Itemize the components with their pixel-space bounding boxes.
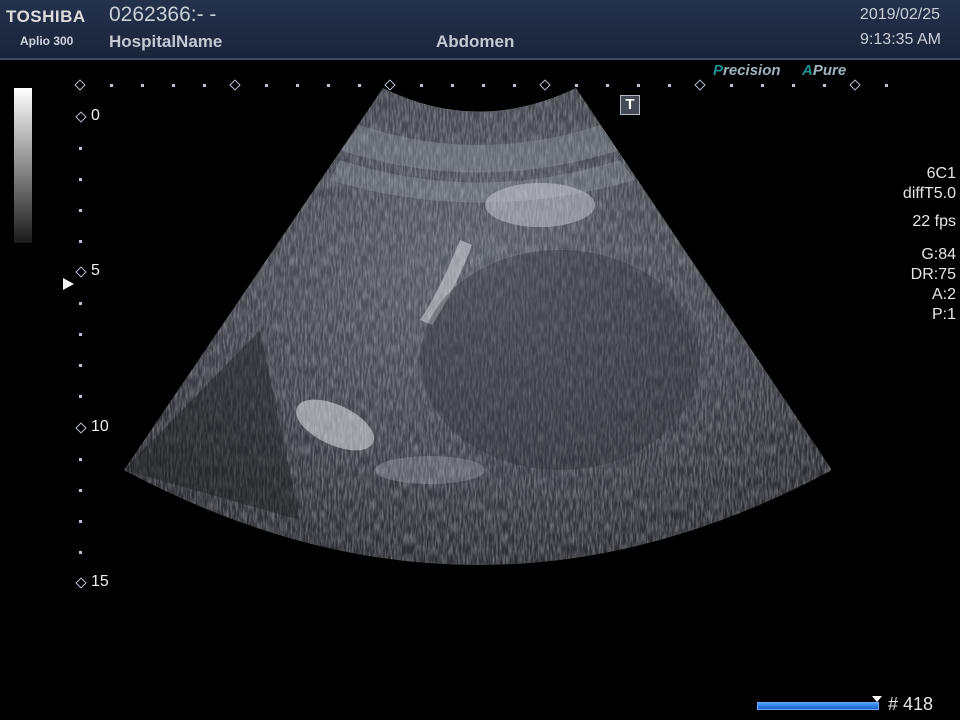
lateral-marker-minor: [137, 80, 147, 90]
depth-scale: 0 5 10 15: [70, 107, 130, 598]
lateral-marker-minor: [602, 80, 612, 90]
lateral-marker-minor: [633, 80, 643, 90]
lateral-marker-minor: [168, 80, 178, 90]
grayscale-bar: [14, 88, 32, 243]
lateral-marker-major: [695, 80, 705, 90]
lateral-marker-minor: [664, 80, 674, 90]
lateral-marker-minor: [881, 80, 891, 90]
filter-setting: diffT5.0: [902, 185, 956, 202]
apure-mode-label: APure: [802, 62, 847, 79]
lateral-marker-minor: [757, 80, 767, 90]
sector-region: [124, 88, 832, 565]
lateral-marker-minor: [106, 80, 116, 90]
depth-label: 10: [91, 417, 109, 435]
parameter-panel: 6C1 diffT5.0 22 fps G:84 DR:75 A:2 P:1: [903, 164, 956, 325]
a-value: A:2: [931, 286, 956, 303]
t-marker-icon[interactable]: T: [620, 95, 640, 115]
lateral-marker-minor: [571, 80, 581, 90]
model-name: Aplio 300: [20, 34, 74, 48]
patient-id: 0262366:- -: [109, 3, 217, 26]
lateral-marker-minor: [354, 80, 364, 90]
lateral-marker-major: [230, 80, 240, 90]
probe-name: 6C1: [926, 165, 956, 182]
dynamic-range-value: DR:75: [910, 266, 956, 283]
depth-label: 15: [91, 572, 109, 590]
lateral-marker-major: [850, 80, 860, 90]
lateral-marker-minor: [819, 80, 829, 90]
exam-date: 2019/02/25: [859, 6, 940, 23]
exam-time: 9:13:35 AM: [860, 31, 941, 48]
lateral-marker-minor: [478, 80, 488, 90]
lateral-marker-minor: [261, 80, 271, 90]
gain-value: G:84: [921, 246, 956, 263]
lateral-marker-minor: [416, 80, 426, 90]
lateral-marker-major: [385, 80, 395, 90]
p-value: P:1: [931, 306, 956, 323]
frame-counter: # 418: [888, 694, 934, 714]
lateral-marker-minor: [788, 80, 798, 90]
depth-label: 0: [91, 107, 100, 124]
brand-logo: TOSHIBA: [6, 7, 86, 26]
frame-rate: 22 fps: [912, 213, 956, 230]
precision-mode-label: Precision: [713, 62, 781, 79]
hospital-name: HospitalName: [109, 32, 223, 51]
lateral-marker-row: [0, 80, 960, 92]
lateral-marker-major: [75, 80, 85, 90]
cine-progress-bar[interactable]: [757, 702, 879, 710]
lateral-marker-minor: [509, 80, 519, 90]
depth-label: 5: [91, 262, 100, 280]
lateral-marker-major: [540, 80, 550, 90]
ultrasound-image: [124, 88, 832, 565]
header-bar: TOSHIBA Aplio 300 0262366:- - HospitalNa…: [0, 0, 960, 60]
cine-pointer-icon[interactable]: [872, 696, 882, 702]
lateral-marker-minor: [447, 80, 457, 90]
lateral-marker-minor: [292, 80, 302, 90]
lateral-marker-minor: [323, 80, 333, 90]
focus-marker-icon[interactable]: [63, 278, 74, 290]
lateral-marker-minor: [199, 80, 209, 90]
lateral-marker-minor: [726, 80, 736, 90]
exam-preset: Abdomen: [436, 32, 515, 51]
